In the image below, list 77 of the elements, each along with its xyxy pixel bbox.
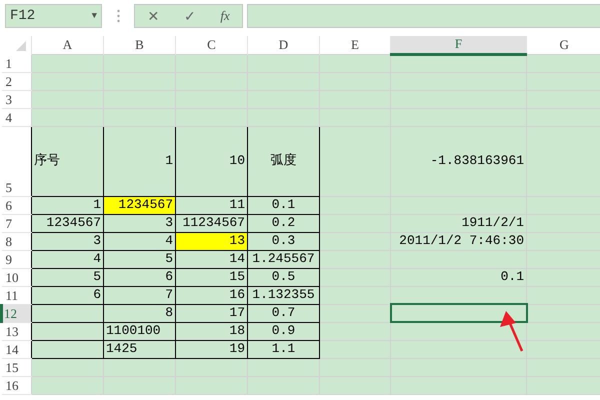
table-cell[interactable]: 11 [176, 196, 248, 214]
table-cell[interactable]: 7 [104, 286, 176, 304]
caret-icon[interactable]: ▼ [92, 11, 97, 21]
table-cell[interactable]: 11234567 [176, 214, 248, 232]
table-cell[interactable]: 0.9 [248, 322, 320, 340]
table-cell[interactable] [32, 340, 104, 358]
row-header[interactable]: 3 [2, 90, 32, 108]
row-header[interactable]: 7 [2, 214, 32, 232]
table-cell[interactable]: 4 [32, 250, 104, 268]
table-cell[interactable]: 1911/2/1 [390, 214, 526, 232]
row-header[interactable]: 15 [2, 358, 32, 376]
table-cell[interactable] [32, 304, 104, 322]
column-header[interactable]: B [104, 36, 176, 54]
table-cell[interactable]: 19 [176, 340, 248, 358]
table-cell[interactable]: 17 [176, 304, 248, 322]
table-cell[interactable]: 0.1 [248, 196, 320, 214]
row-header[interactable]: 6 [2, 196, 32, 214]
table-cell[interactable]: 1100100 [104, 322, 176, 340]
column-header[interactable]: C [176, 36, 248, 54]
row-header[interactable]: 9 [2, 250, 32, 268]
row-header[interactable]: 16 [2, 376, 32, 394]
table-cell[interactable]: 序号 [32, 126, 104, 196]
table-cell[interactable]: 14 [176, 250, 248, 268]
table-cell[interactable] [32, 322, 104, 340]
row-header[interactable]: 4 [2, 108, 32, 126]
table-cell[interactable]: 8 [104, 304, 176, 322]
table-cell[interactable]: 0.3 [248, 232, 320, 250]
table-cell[interactable]: 16 [176, 286, 248, 304]
drag-handle-icon[interactable] [116, 9, 120, 23]
table-cell[interactable]: 2011/1/2 7:46:30 [390, 232, 526, 250]
table-cell[interactable]: 1234567 [104, 196, 176, 214]
row-header[interactable]: 5 [2, 126, 32, 196]
row-header[interactable]: 1 [2, 54, 32, 72]
table-cell[interactable]: 1 [104, 126, 176, 196]
active-cell[interactable] [390, 304, 526, 322]
table-cell[interactable]: 1.245567 [248, 250, 320, 268]
column-header[interactable]: D [248, 36, 320, 54]
table-cell[interactable]: 3 [32, 232, 104, 250]
table-cell[interactable]: 0.7 [248, 304, 320, 322]
cell-reference: F12 [10, 8, 36, 24]
table-cell[interactable]: 6 [104, 268, 176, 286]
table-cell[interactable]: 1425 [104, 340, 176, 358]
row-header[interactable]: 8 [2, 232, 32, 250]
table-cell[interactable]: 15 [176, 268, 248, 286]
table-cell[interactable]: 10 [176, 126, 248, 196]
table-cell[interactable]: 5 [32, 268, 104, 286]
column-header[interactable]: E [320, 36, 390, 54]
cancel-button[interactable]: ✕ [141, 6, 166, 26]
row-header[interactable]: 2 [2, 72, 32, 90]
table-cell[interactable]: 1.1 [248, 340, 320, 358]
table-cell[interactable]: 18 [176, 322, 248, 340]
name-box[interactable]: F12 ▼ [5, 4, 102, 28]
column-header[interactable]: G [526, 36, 600, 54]
table-cell[interactable]: 1.132355 [248, 286, 320, 304]
table-cell[interactable]: 弧度 [248, 126, 320, 196]
table-cell[interactable]: 5 [104, 250, 176, 268]
table-cell[interactable]: 13 [176, 232, 248, 250]
table-cell[interactable]: 3 [104, 214, 176, 232]
table-cell[interactable]: 6 [32, 286, 104, 304]
table-cell[interactable]: 4 [104, 232, 176, 250]
column-header[interactable]: F [390, 36, 526, 54]
row-header[interactable]: 14 [2, 340, 32, 358]
formula-input[interactable] [247, 4, 600, 28]
table-cell[interactable]: 1 [32, 196, 104, 214]
enter-button[interactable]: ✓ [178, 6, 202, 26]
insert-function-button[interactable]: fx [214, 8, 236, 24]
table-cell[interactable]: -1.838163961 [390, 126, 526, 196]
row-header[interactable]: 12 [2, 304, 32, 322]
row-header[interactable]: 13 [2, 322, 32, 340]
row-header[interactable]: 10 [2, 268, 32, 286]
table-cell[interactable]: 1234567 [32, 214, 104, 232]
select-all-icon[interactable] [16, 41, 26, 52]
table-cell[interactable]: 0.1 [390, 268, 526, 286]
column-header[interactable]: A [32, 36, 104, 54]
table-cell[interactable]: 0.2 [248, 214, 320, 232]
row-header[interactable]: 11 [2, 286, 32, 304]
table-cell[interactable]: 0.5 [248, 268, 320, 286]
